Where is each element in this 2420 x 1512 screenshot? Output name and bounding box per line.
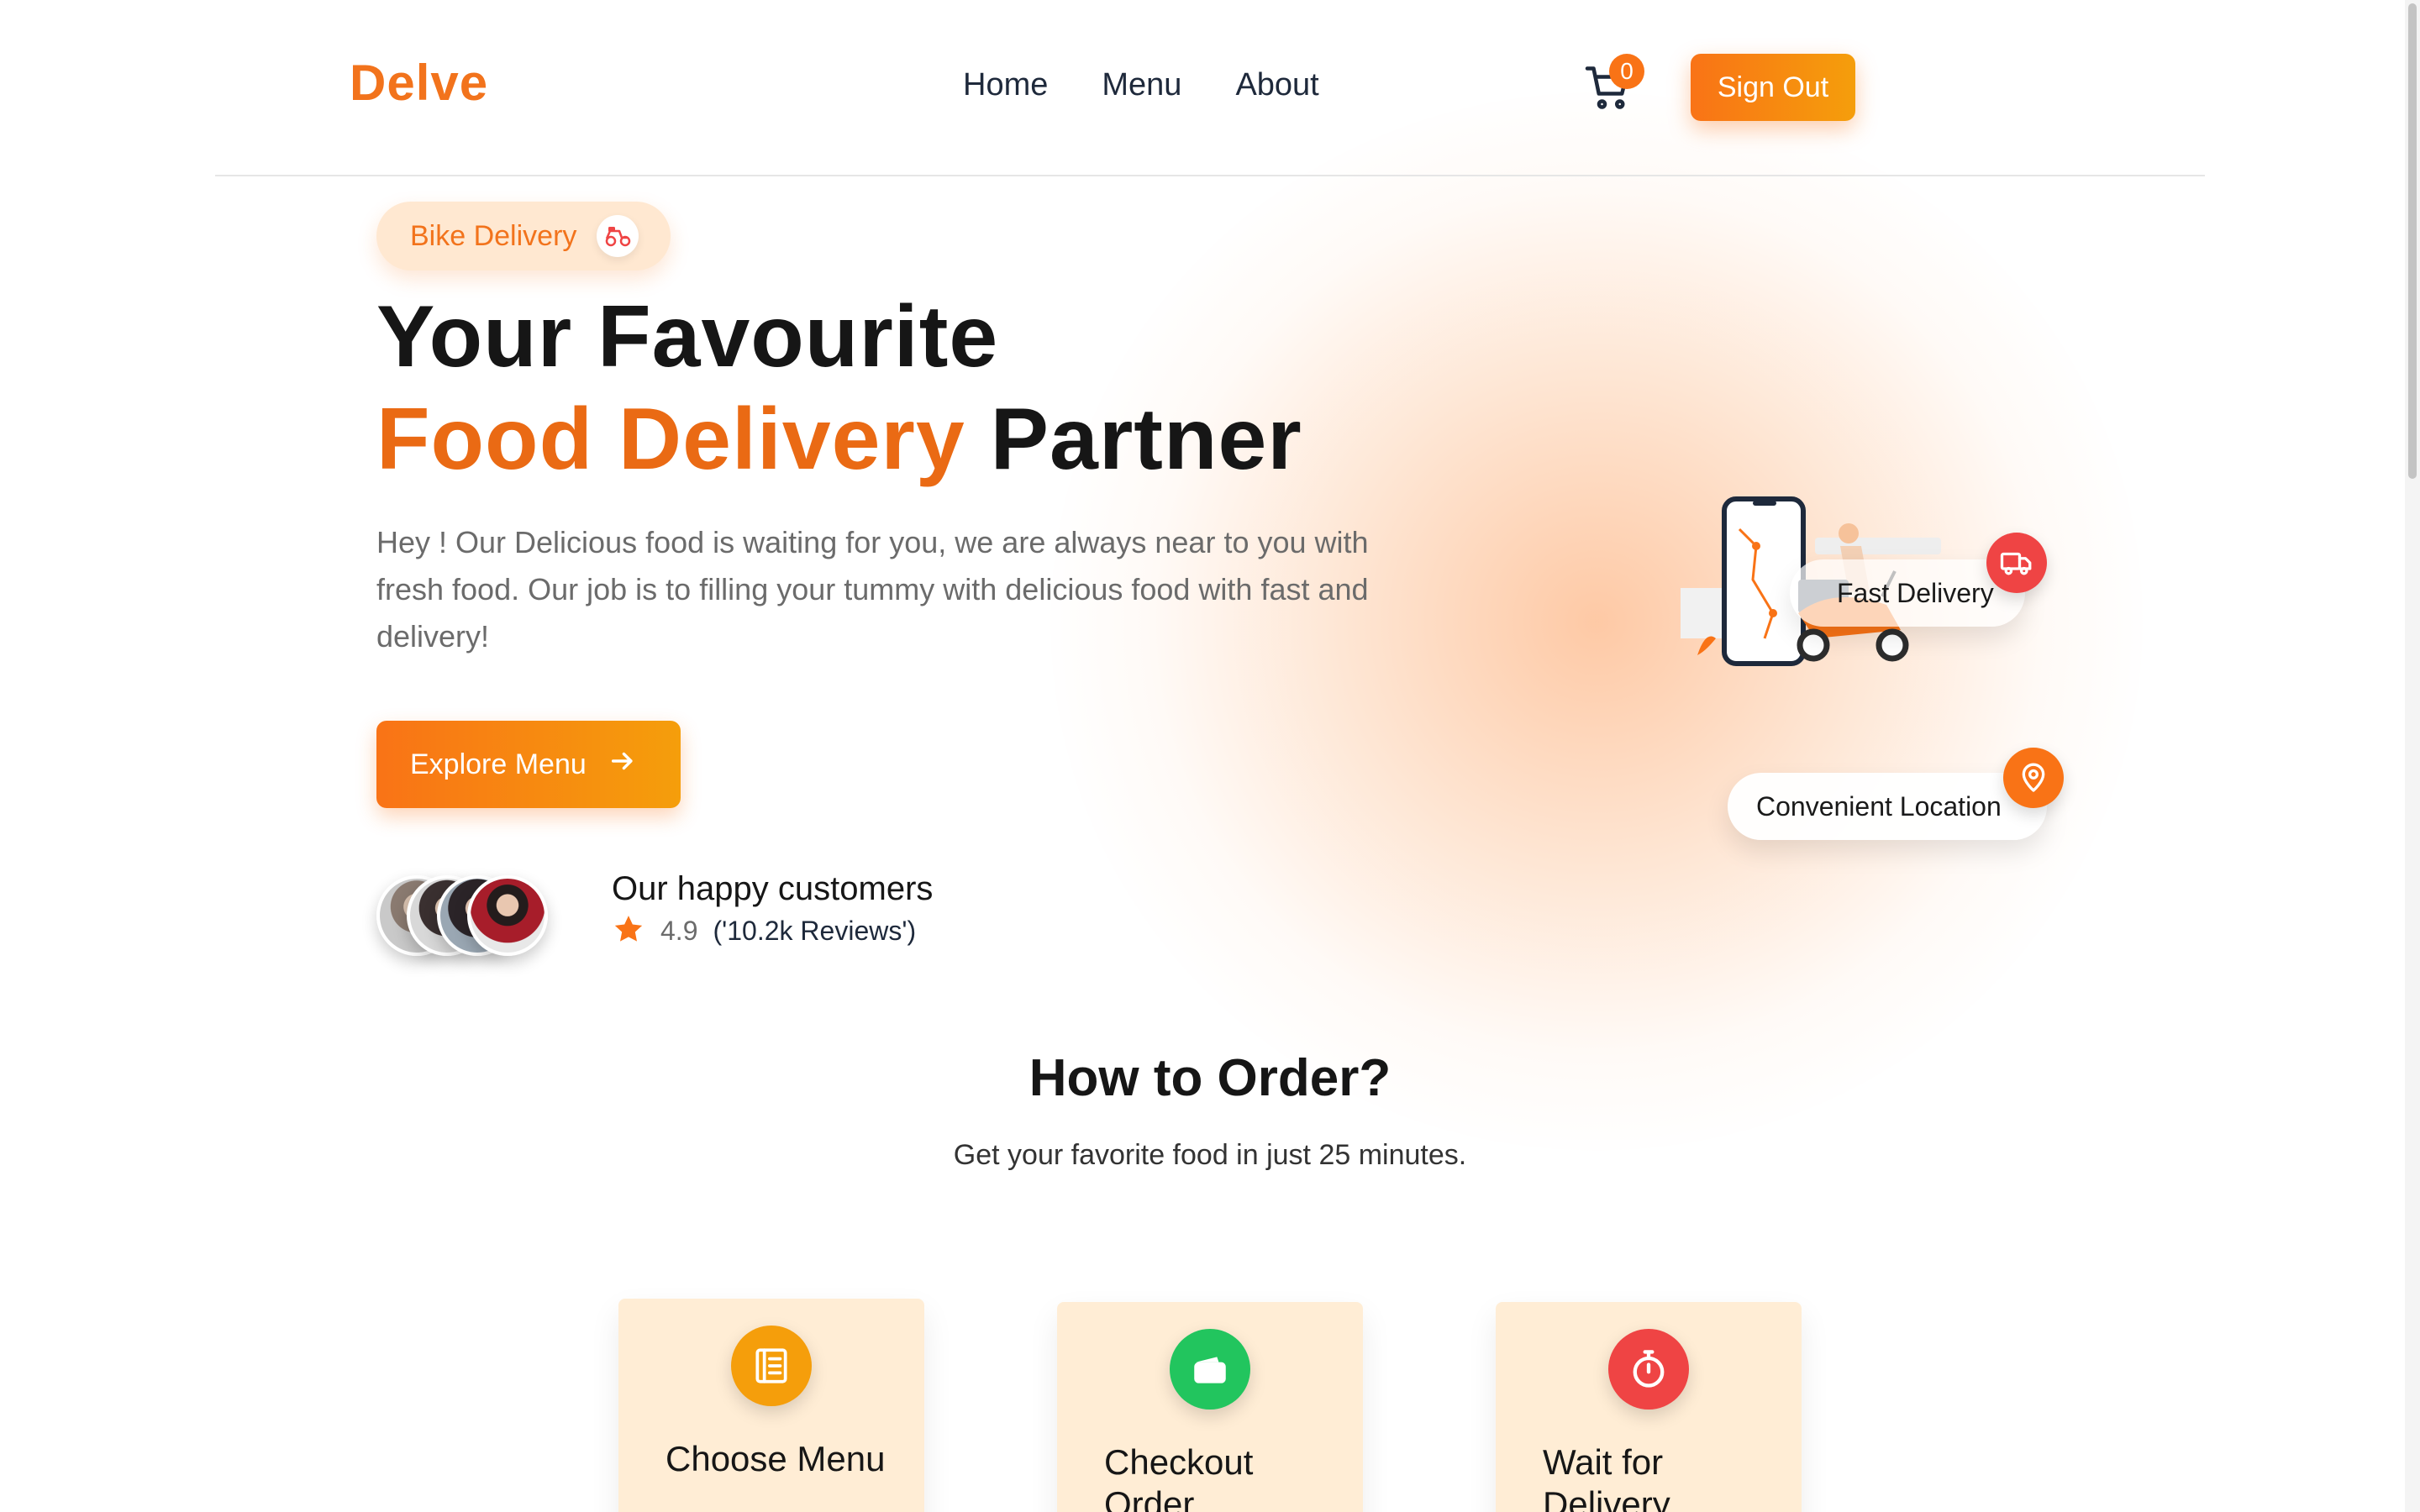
stopwatch-icon — [1608, 1329, 1689, 1410]
customers-title: Our happy customers — [612, 870, 934, 907]
arrow-right-icon — [608, 747, 637, 783]
fast-delivery-label: Fast Delivery — [1837, 577, 1994, 608]
how-to-order-title: How to Order? — [1028, 1049, 1392, 1107]
how-to-order-subtitle: Get your favorite food in just 25 minute… — [953, 1139, 1467, 1171]
hero-title: Your Favourite Food Delivery Partner — [376, 286, 1302, 491]
step-card-choose-menu: Choose Menu — [618, 1299, 924, 1512]
hero-title-rest: Partner — [965, 391, 1302, 488]
bike-delivery-pill: Bike Delivery — [376, 202, 671, 270]
site-header: Delve Home Menu About — [215, 0, 2205, 176]
explore-menu-button[interactable]: Explore Menu — [376, 721, 681, 808]
star-icon — [612, 912, 645, 950]
logo[interactable]: Delve — [350, 54, 488, 112]
cart-count-badge: 0 — [1609, 54, 1644, 89]
wallet-icon — [1170, 1329, 1250, 1410]
hero-title-accent: Food Delivery — [376, 391, 965, 488]
step-card-wait: Wait for Delivery — [1496, 1302, 1802, 1512]
nav-menu[interactable]: Menu — [1102, 67, 1181, 103]
hero-title-line1: Your Favourite — [376, 288, 999, 386]
rating-value: 4.9 — [660, 916, 698, 946]
delivery-truck-icon — [1986, 533, 2047, 593]
step-label: Choose Menu — [666, 1439, 886, 1478]
menu-book-icon — [731, 1326, 812, 1406]
hero-description: Hey ! Our Delicious food is waiting for … — [376, 525, 1369, 654]
landing-page: Delve Home Menu About 0 Sign Out Bike De… — [0, 0, 2420, 1512]
pill-label: Bike Delivery — [410, 219, 577, 252]
step-card-checkout: Checkout Order — [1057, 1302, 1363, 1512]
step-label: Checkout Order — [1104, 1442, 1254, 1512]
review-count: ('10.2k Reviews') — [713, 916, 917, 946]
location-pin-icon — [2003, 748, 2064, 808]
customer-avatars — [376, 875, 578, 956]
nav-home[interactable]: Home — [963, 67, 1048, 103]
scrollbar-thumb[interactable] — [2408, 3, 2417, 479]
avatar — [467, 875, 548, 956]
step-label: Wait for Delivery — [1543, 1442, 1670, 1512]
nav-about[interactable]: About — [1235, 67, 1318, 103]
sign-out-button[interactable]: Sign Out — [1691, 54, 1855, 121]
explore-menu-label: Explore Menu — [410, 748, 587, 780]
main-nav: Home Menu About — [963, 67, 1319, 103]
scooter-icon — [597, 215, 639, 257]
rating: 4.9 ('10.2k Reviews') — [612, 912, 916, 950]
page-scrollbar[interactable] — [2405, 0, 2420, 1512]
convenient-location-label: Convenient Location — [1756, 790, 2002, 822]
convenient-location-card: Convenient Location — [1728, 773, 2047, 840]
